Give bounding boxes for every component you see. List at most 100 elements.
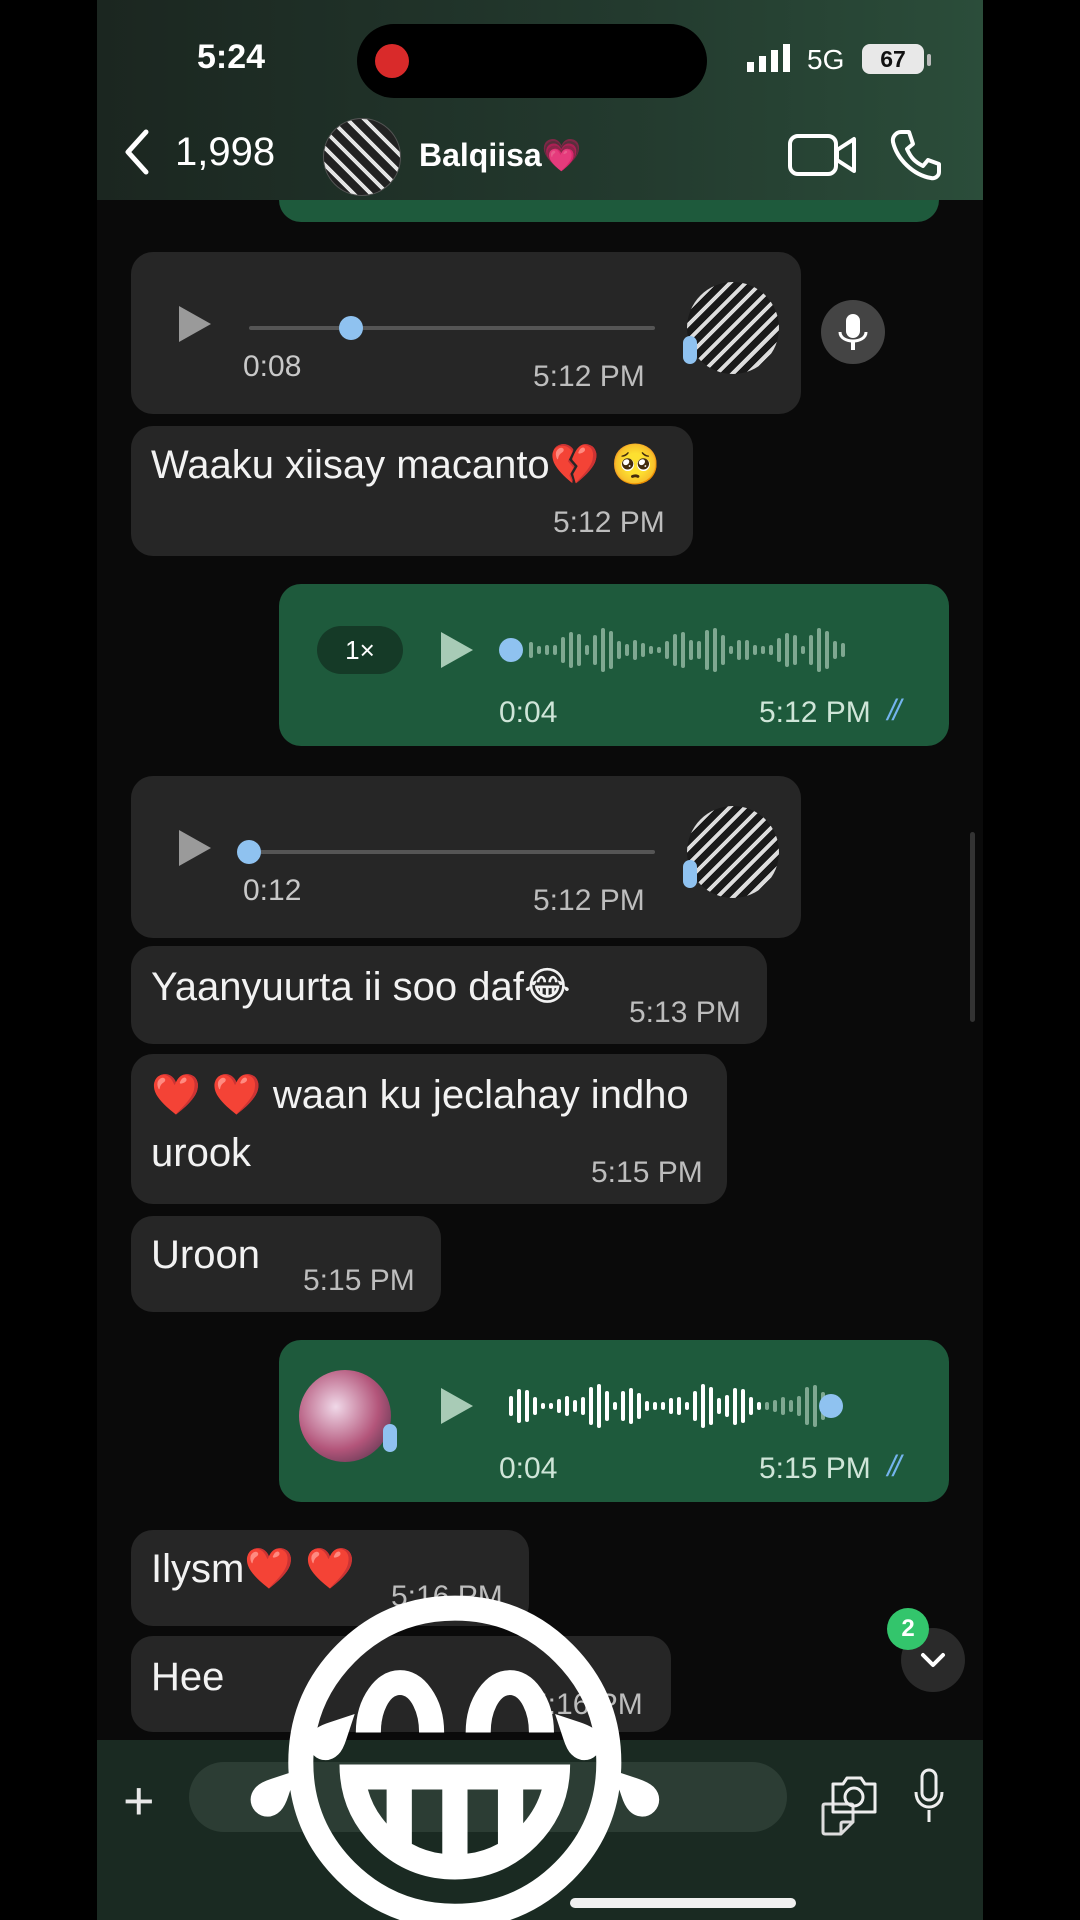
message-time: 5:12 PM	[759, 696, 871, 729]
waveform-bar	[693, 1391, 697, 1421]
waveform-bar	[609, 630, 613, 670]
waveform-bar	[809, 634, 813, 666]
battery-tip	[927, 54, 931, 66]
back-chevron-icon[interactable]	[122, 128, 152, 176]
waveform-bar	[701, 1384, 705, 1428]
message-time: 5:12 PM	[533, 884, 645, 917]
waveform-bar	[581, 1396, 585, 1416]
microphone-icon	[383, 1424, 397, 1452]
back-unread-count[interactable]: 1,998	[175, 130, 275, 175]
microphone-icon	[683, 336, 697, 364]
waveform-bar	[569, 631, 573, 669]
waveform-bar	[685, 1401, 689, 1411]
waveform-bar	[561, 637, 565, 663]
voice-message-incoming[interactable]: 0:08 5:12 PM	[131, 252, 801, 414]
microphone-icon[interactable]	[821, 300, 885, 364]
waveform-bar	[817, 627, 821, 673]
waveform-bar	[753, 644, 757, 656]
sender-avatar	[299, 1370, 391, 1462]
waveform-bar	[593, 635, 597, 665]
waveform-bar	[833, 641, 837, 659]
waveform-bar	[765, 1401, 769, 1411]
waveform-bar	[557, 1398, 561, 1414]
voice-message-outgoing[interactable]: 1× 0:04 5:12 PM //	[279, 584, 949, 746]
message-text: Waaku xiisay macanto💔 🥺	[151, 443, 661, 487]
waveform-bar	[633, 640, 637, 660]
message-bubble-incoming[interactable]: Waaku xiisay macanto💔 🥺 5:12 PM	[131, 426, 693, 556]
message-time: 5:13 PM	[629, 996, 741, 1029]
waveform-bar	[697, 641, 701, 659]
voice-progress-knob[interactable]	[237, 840, 261, 864]
waveform-bar	[797, 1396, 801, 1416]
voice-progress-knob[interactable]	[339, 316, 363, 340]
waveform-bar	[585, 645, 589, 655]
waveform-bar	[537, 646, 541, 654]
waveform-bar	[589, 1386, 593, 1426]
phone-call-icon[interactable]	[889, 128, 943, 182]
recording-indicator-icon	[375, 44, 409, 78]
waveform-bar	[653, 1401, 657, 1411]
microphone-icon[interactable]	[913, 1768, 945, 1824]
waveform-bar	[509, 1395, 513, 1417]
video-call-icon[interactable]	[787, 130, 857, 180]
waveform-bar	[757, 1402, 761, 1410]
message-bubble-partial[interactable]	[279, 200, 939, 222]
waveform-bar	[761, 646, 765, 654]
voice-progress-track[interactable]	[249, 326, 655, 330]
waveform-bar	[573, 1399, 577, 1413]
play-icon[interactable]	[179, 830, 211, 866]
message-list[interactable]: 0:08 5:12 PM Waaku xiisay macanto💔 🥺 5:1…	[97, 200, 983, 1740]
waveform-bar	[669, 1397, 673, 1415]
camera-icon[interactable]	[829, 1774, 879, 1816]
plus-icon[interactable]: +	[123, 1770, 155, 1832]
waveform-bar	[793, 635, 797, 665]
waveform-bar	[657, 646, 661, 654]
message-text: Yaanyuurta ii soo daf😂	[151, 965, 571, 1009]
message-bubble-incoming[interactable]: Uroon 5:15 PM	[131, 1216, 441, 1312]
voice-progress-knob[interactable]	[499, 638, 523, 662]
sender-avatar	[687, 282, 779, 374]
waveform-bar	[709, 1386, 713, 1426]
waveform-bar	[749, 1397, 753, 1415]
waveform-bar	[733, 1387, 737, 1425]
voice-duration: 0:04	[499, 696, 558, 729]
waveform-bar	[545, 645, 549, 655]
waveform-bar	[641, 643, 645, 657]
waveform-bar	[741, 1389, 745, 1423]
message-time: 5:12 PM	[533, 360, 645, 393]
contact-name[interactable]: Balqiisa💗	[419, 136, 582, 174]
play-icon[interactable]	[441, 1388, 473, 1424]
waveform-bar	[637, 1393, 641, 1419]
waveform-bar	[773, 1400, 777, 1412]
signal-icon	[747, 44, 790, 72]
playback-speed-button[interactable]: 1×	[317, 626, 403, 674]
waveform-bar	[713, 628, 717, 672]
contact-avatar[interactable]	[323, 118, 401, 196]
message-text: Uroon	[151, 1233, 260, 1277]
voice-progress-track[interactable]	[249, 850, 655, 854]
voice-message-incoming[interactable]: 0:12 5:12 PM	[131, 776, 801, 938]
waveform-bar	[661, 1401, 665, 1411]
waveform-bar	[645, 1400, 649, 1412]
waveform-bar	[737, 640, 741, 660]
play-icon[interactable]	[179, 306, 211, 342]
waveform-bar	[745, 640, 749, 660]
waveform-bar	[529, 641, 533, 659]
waveform-bar	[789, 1400, 793, 1412]
waveform-bar	[565, 1395, 569, 1417]
voice-progress-knob[interactable]	[819, 1394, 843, 1418]
scroll-indicator[interactable]	[970, 832, 975, 1022]
dynamic-island	[357, 24, 707, 98]
play-icon[interactable]	[441, 632, 473, 668]
waveform-bar	[541, 1402, 545, 1410]
microphone-icon	[683, 860, 697, 888]
message-bubble-incoming[interactable]: ❤️ ❤️ waan ku jeclahay indho urook 5:15 …	[131, 1054, 727, 1204]
message-time: 5:12 PM	[553, 506, 665, 539]
voice-message-outgoing[interactable]: 0:04 5:15 PM //	[279, 1340, 949, 1502]
message-bubble-incoming[interactable]: Yaanyuurta ii soo daf😂 5:13 PM	[131, 946, 767, 1044]
waveform-bar	[769, 644, 773, 656]
voice-waveform[interactable]	[509, 1380, 825, 1432]
waveform-bar	[677, 1397, 681, 1415]
voice-waveform[interactable]	[529, 627, 845, 673]
waveform-bar	[729, 646, 733, 654]
